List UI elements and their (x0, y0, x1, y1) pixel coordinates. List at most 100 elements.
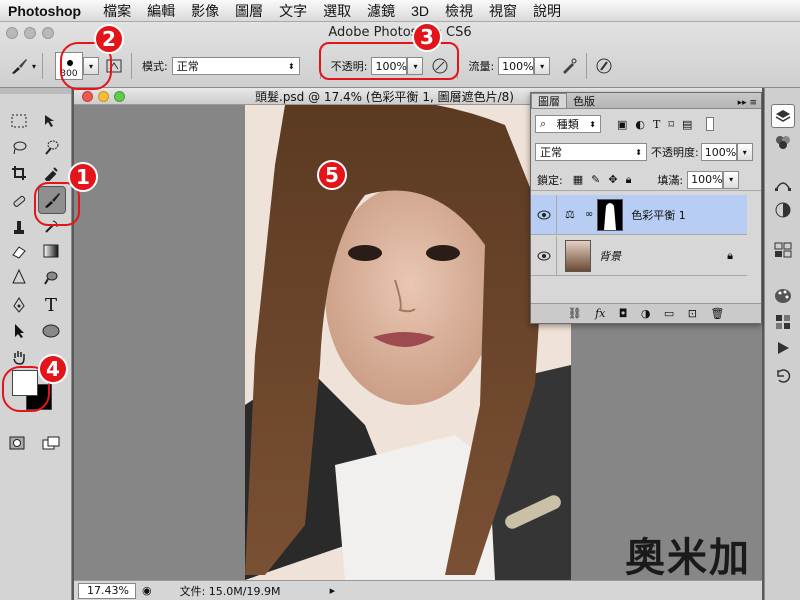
link-layers-icon[interactable]: ⛓ (568, 307, 582, 320)
pen-tool[interactable] (6, 294, 32, 316)
layers-stack-icon (775, 110, 791, 122)
pressure-size-button[interactable] (593, 55, 615, 77)
swatches-panel-icon[interactable] (771, 310, 795, 334)
zoom-document-button[interactable] (114, 90, 125, 102)
channels-panel-icon[interactable] (771, 130, 795, 154)
healing-brush-tool[interactable] (6, 190, 32, 212)
menu-help[interactable]: 說明 (525, 1, 569, 21)
pen-icon (13, 297, 25, 313)
layer-opacity-input[interactable]: 100% (700, 143, 737, 161)
menu-select[interactable]: 選取 (315, 1, 359, 21)
status-menu-icon[interactable]: ◉ (142, 584, 152, 597)
layer-row-background[interactable]: 背景 🔒︎ (531, 235, 747, 276)
properties-panel-icon[interactable] (771, 238, 795, 262)
new-layer-icon[interactable]: ⊡ (688, 307, 697, 320)
filter-adjustment-icon[interactable]: ◐ (635, 118, 645, 131)
menu-type[interactable]: 文字 (271, 1, 315, 21)
hand-tool[interactable] (6, 346, 32, 368)
tab-layers[interactable]: 圖層 (531, 93, 567, 108)
marquee-icon (11, 114, 27, 128)
fill-label: 填滿: (657, 173, 684, 187)
eye-icon (537, 210, 550, 219)
layer-opacity-dropdown[interactable]: ▾ (736, 143, 753, 161)
filter-shape-icon[interactable]: ⌑ (668, 118, 674, 131)
lock-row: 鎖定: ▦ ✎ ✥ 🔒︎ 填滿: 100% ▾ (531, 169, 761, 191)
layer-mask-thumbnail[interactable] (597, 198, 624, 231)
marquee-tool[interactable] (6, 110, 32, 132)
layer-style-icon[interactable]: fx (595, 307, 605, 320)
quick-select-tool[interactable] (38, 136, 64, 158)
adjustments-panel-icon[interactable] (771, 198, 795, 222)
collapse-panel-icon[interactable]: ▸▸ ≡ (738, 98, 761, 108)
actions-panel-icon[interactable] (771, 336, 795, 360)
menu-edit[interactable]: 編輯 (139, 1, 183, 21)
history-panel-icon[interactable] (771, 364, 795, 388)
lasso-tool[interactable] (6, 136, 32, 158)
layer-filter-select[interactable]: ⌕ 種類 ⬍ (535, 115, 601, 133)
menu-image[interactable]: 影像 (183, 1, 227, 21)
minimize-document-button[interactable] (98, 90, 109, 102)
tool-preset-picker[interactable] (8, 55, 30, 77)
filter-toggle-switch[interactable] (706, 117, 715, 131)
menu-3d[interactable]: 3D (403, 3, 437, 19)
menu-window[interactable]: 視窗 (481, 1, 525, 21)
menu-view[interactable]: 檢視 (437, 1, 481, 21)
visibility-eye-icon[interactable] (531, 235, 557, 276)
quick-mask-button[interactable] (4, 432, 30, 454)
callout-1: 1 (68, 162, 98, 192)
layer-row-color-balance[interactable]: ⚖ ∞ 色彩平衡 1 (531, 194, 747, 235)
close-document-button[interactable] (82, 90, 93, 102)
tab-channels[interactable]: 色版 (567, 93, 601, 108)
blend-mode-select[interactable]: 正常 ⬍ (535, 143, 647, 161)
eraser-tool[interactable] (6, 240, 32, 262)
airbrush-icon (563, 58, 577, 74)
mode-select[interactable]: 正常 ⬍ (171, 57, 300, 75)
menu-file[interactable]: 檔案 (95, 1, 139, 21)
status-bar: 17.43% ◉ 文件: 15.0M/19.9M ▸ (74, 580, 762, 600)
flow-slider-toggle[interactable]: ▾ (534, 57, 551, 75)
zoom-level-input[interactable]: 17.43% (78, 582, 136, 599)
status-arrow-icon[interactable]: ▸ (330, 584, 336, 597)
new-adjustment-icon[interactable]: ◑ (641, 307, 651, 320)
new-group-icon[interactable]: ▭ (664, 307, 674, 320)
fill-input[interactable]: 100% (687, 170, 724, 189)
lock-all-icon[interactable]: 🔒︎ (626, 173, 632, 187)
panel-grip[interactable] (0, 88, 71, 94)
menu-layer[interactable]: 圖層 (227, 1, 271, 21)
app-menu[interactable]: Photoshop (0, 3, 95, 19)
chain-link-icon[interactable]: ∞ (585, 209, 593, 220)
arrow-icon (15, 324, 24, 338)
lasso-icon (13, 141, 27, 155)
fill-dropdown[interactable]: ▾ (723, 170, 740, 189)
visibility-eye-icon[interactable] (531, 194, 557, 235)
filter-pixel-icon[interactable]: ▣ (617, 118, 627, 131)
blur-tool[interactable] (6, 266, 32, 288)
lock-position-icon[interactable]: ✥ (608, 173, 617, 186)
menu-filter[interactable]: 濾鏡 (359, 1, 403, 21)
filter-smart-icon[interactable]: ▤ (682, 118, 692, 131)
eyedropper-tool[interactable] (38, 162, 64, 184)
flow-input[interactable]: 100% (498, 57, 535, 75)
trash-icon[interactable]: 🗑︎ (710, 307, 724, 320)
layer-thumbnail[interactable] (565, 239, 591, 272)
type-tool[interactable]: T (38, 294, 64, 316)
path-selection-tool[interactable] (6, 320, 32, 342)
move-tool[interactable] (38, 110, 64, 132)
color-panel-icon[interactable] (771, 284, 795, 308)
crop-tool[interactable] (6, 162, 32, 184)
dodge-tool[interactable] (38, 266, 64, 288)
airbrush-button[interactable] (558, 55, 580, 77)
flow-label: 流量: (468, 60, 495, 73)
shape-tool[interactable] (38, 320, 64, 342)
gradient-tool[interactable] (38, 240, 64, 262)
chevron-down-icon[interactable]: ▾ (32, 62, 36, 71)
filter-type-icon[interactable]: T (653, 118, 660, 131)
screen-mode-button[interactable] (38, 432, 64, 454)
paths-panel-icon[interactable] (771, 172, 795, 196)
lock-transparent-icon[interactable]: ▦ (573, 173, 583, 186)
portrait-photo[interactable] (245, 105, 571, 580)
add-mask-icon[interactable]: ◘ (619, 307, 628, 320)
lock-pixels-icon[interactable]: ✎ (591, 173, 600, 186)
clone-stamp-tool[interactable] (6, 216, 32, 238)
layers-panel-icon[interactable] (771, 104, 795, 128)
